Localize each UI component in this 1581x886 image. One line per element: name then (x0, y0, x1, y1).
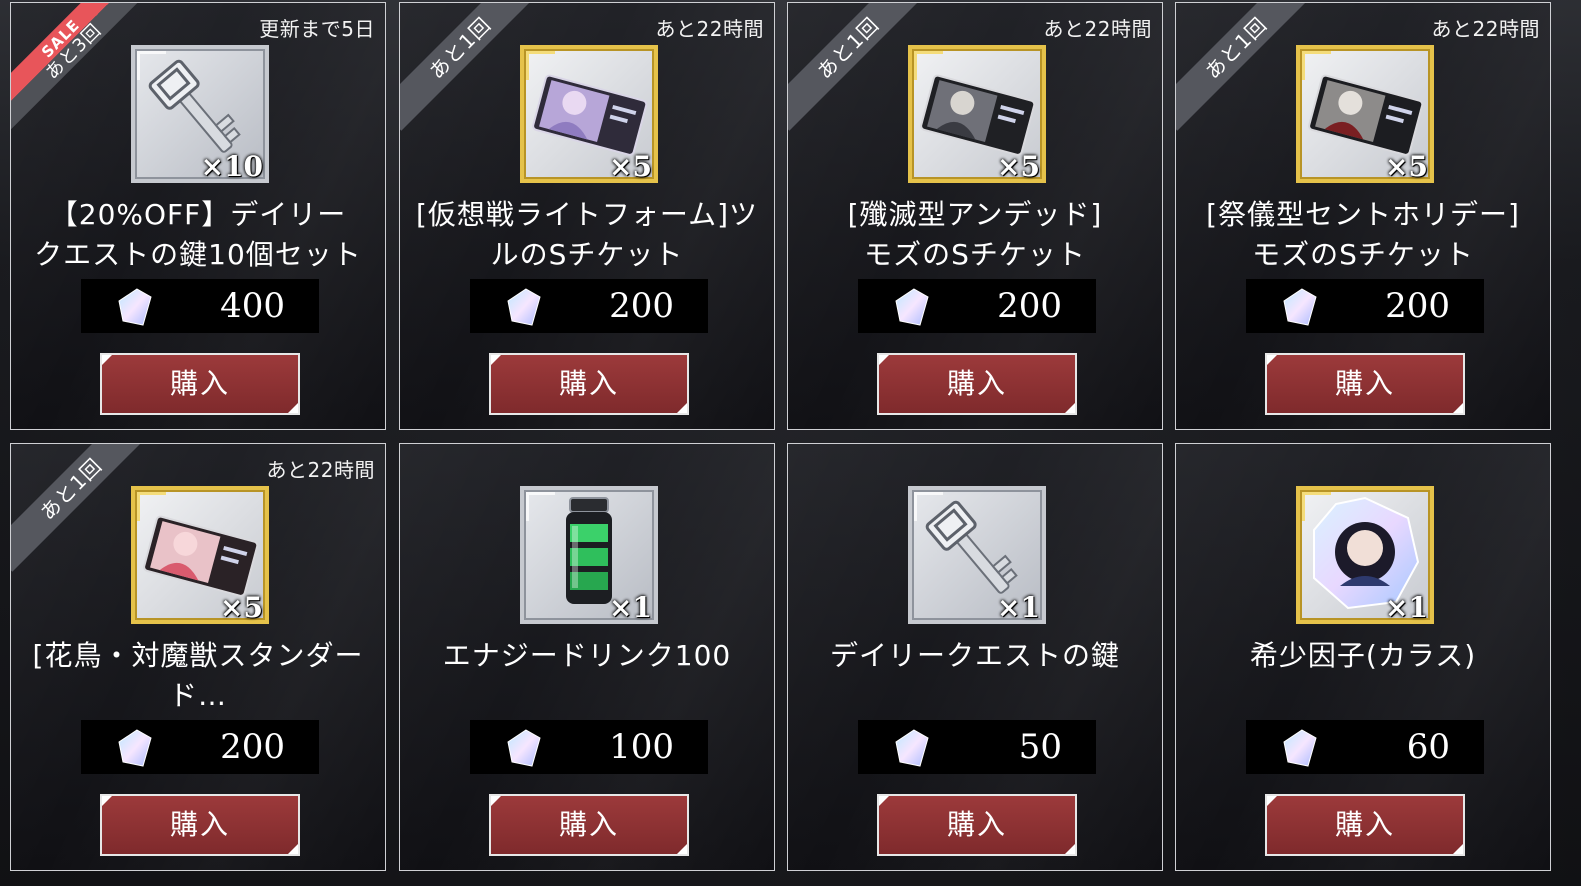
item-name-line: ルのSチケット (490, 238, 684, 271)
price-box: 200 (81, 720, 319, 774)
buy-button[interactable]: 購入 (877, 353, 1077, 415)
item-name: デイリークエストの鍵 (796, 636, 1154, 676)
item-price: 400 (220, 286, 285, 326)
frame-corner (1302, 492, 1331, 521)
buy-button[interactable]: 購入 (1265, 353, 1465, 415)
item-price: 200 (220, 727, 285, 767)
frame-corner (137, 492, 166, 521)
item-name-line: モズのSチケット (864, 238, 1086, 271)
item-name: 【20%OFF】デイリー クエストの鍵10個セット (19, 195, 377, 275)
item-name: [仮想戦ライトフォーム]ツ ルのSチケット (408, 195, 766, 275)
item-quantity: ×1 (1385, 591, 1428, 624)
gem-currency-icon (895, 729, 929, 767)
shop-card: ×1 エナジードリンク100 100 購入 (399, 443, 775, 871)
price-box: 60 (1246, 720, 1484, 774)
item-name-line: [祭儀型セントホリデー] (1206, 198, 1520, 231)
shop-card: あと1回 あと22時間 ×5 [殲滅型アンデッド] モズのSチケット 200 購… (787, 2, 1163, 430)
price-box: 100 (470, 720, 708, 774)
price-box: 200 (1246, 279, 1484, 333)
item-price: 200 (997, 286, 1062, 326)
item-thumbnail[interactable]: ×1 (520, 486, 658, 624)
price-box: 200 (470, 279, 708, 333)
item-name-line: 【20%OFF】デイリー (49, 198, 347, 231)
item-name-line: デイリークエストの鍵 (829, 639, 1120, 672)
item-name: [花鳥・対魔獣スタンダー ド… (19, 636, 377, 716)
refresh-timer: 更新まで5日 (259, 17, 375, 41)
item-thumbnail[interactable]: ×10 (131, 45, 269, 183)
shop-card: ×1 希少因子(カラス) 60 購入 (1175, 443, 1551, 871)
item-name-line: モズのSチケット (1252, 238, 1474, 271)
shop-card: あと1回 あと22時間 ×5 [仮想戦ライトフォーム]ツ ルのSチケット 200… (399, 2, 775, 430)
item-name-line: [花鳥・対魔獣スタンダー (32, 639, 364, 672)
price-box: 50 (858, 720, 1096, 774)
item-name-line: [殲滅型アンデッド] (847, 198, 1103, 231)
buy-button[interactable]: 購入 (877, 794, 1077, 856)
item-name-line: 希少因子(カラス) (1249, 639, 1477, 672)
item-name-line: ド… (168, 679, 227, 712)
refresh-timer: あと22時間 (655, 17, 764, 41)
item-quantity: ×5 (609, 150, 652, 183)
item-price: 200 (609, 286, 674, 326)
buy-button[interactable]: 購入 (489, 353, 689, 415)
shop-item-grid: SALE あと3回 更新まで5日 ×10 【20%OFF】デイリー クエストの鍵… (10, 2, 1571, 886)
refresh-timer: あと22時間 (1431, 17, 1540, 41)
buy-button[interactable]: 購入 (100, 353, 300, 415)
item-name: 希少因子(カラス) (1184, 636, 1542, 676)
item-name: [祭儀型セントホリデー] モズのSチケット (1184, 195, 1542, 275)
frame-corner (914, 51, 943, 80)
item-name-line: クエストの鍵10個セット (34, 238, 362, 271)
buy-button[interactable]: 購入 (1265, 794, 1465, 856)
frame-corner (137, 51, 166, 80)
shop-card: あと1回 あと22時間 ×5 [花鳥・対魔獣スタンダー ド… 200 購入 (10, 443, 386, 871)
item-thumbnail[interactable]: ×5 (908, 45, 1046, 183)
shop-card: ×1 デイリークエストの鍵 50 購入 (787, 443, 1163, 871)
shop-card: SALE あと3回 更新まで5日 ×10 【20%OFF】デイリー クエストの鍵… (10, 2, 386, 430)
item-thumbnail[interactable]: ×5 (1296, 45, 1434, 183)
item-quantity: ×10 (200, 150, 263, 183)
item-quantity: ×1 (997, 591, 1040, 624)
refresh-timer: あと22時間 (1043, 17, 1152, 41)
frame-corner (1302, 51, 1331, 80)
item-thumbnail[interactable]: ×1 (908, 486, 1046, 624)
item-price: 60 (1406, 727, 1450, 767)
item-quantity: ×5 (1385, 150, 1428, 183)
shop-card: あと1回 あと22時間 ×5 [祭儀型セントホリデー] モズのSチケット 200… (1175, 2, 1551, 430)
item-thumbnail[interactable]: ×5 (520, 45, 658, 183)
item-quantity: ×5 (220, 591, 263, 624)
item-quantity: ×1 (609, 591, 652, 624)
gem-currency-icon (1283, 729, 1317, 767)
gem-currency-icon (118, 729, 152, 767)
item-name-line: [仮想戦ライトフォーム]ツ (415, 198, 758, 231)
item-price: 50 (1018, 727, 1062, 767)
gem-currency-icon (895, 288, 929, 326)
gem-currency-icon (1283, 288, 1317, 326)
frame-corner (526, 492, 555, 521)
item-price: 200 (1385, 286, 1450, 326)
buy-button[interactable]: 購入 (100, 794, 300, 856)
price-box: 200 (858, 279, 1096, 333)
item-thumbnail[interactable]: ×5 (131, 486, 269, 624)
item-name-line: エナジードリンク100 (442, 639, 732, 672)
item-name: [殲滅型アンデッド] モズのSチケット (796, 195, 1154, 275)
item-price: 100 (609, 727, 674, 767)
frame-corner (526, 51, 555, 80)
gem-currency-icon (507, 288, 541, 326)
buy-button[interactable]: 購入 (489, 794, 689, 856)
gem-currency-icon (507, 729, 541, 767)
item-name: エナジードリンク100 (408, 636, 766, 676)
item-thumbnail[interactable]: ×1 (1296, 486, 1434, 624)
frame-corner (914, 492, 943, 521)
item-quantity: ×5 (997, 150, 1040, 183)
price-box: 400 (81, 279, 319, 333)
gem-currency-icon (118, 288, 152, 326)
refresh-timer: あと22時間 (266, 458, 375, 482)
